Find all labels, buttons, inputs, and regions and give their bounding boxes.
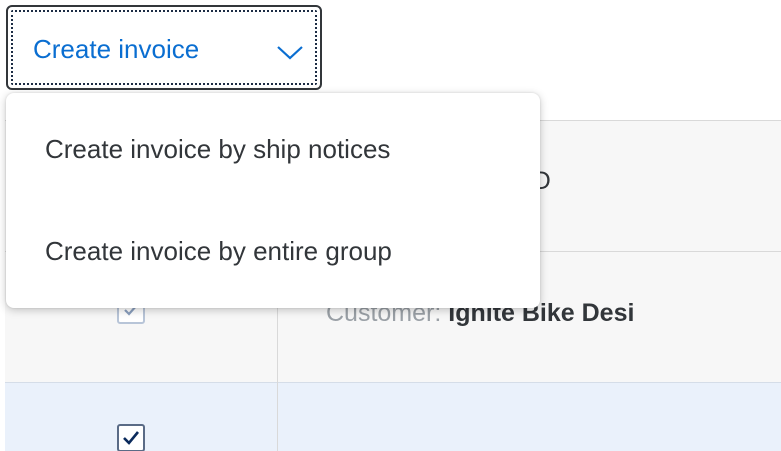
- row-checkbox[interactable]: [117, 424, 145, 451]
- create-invoice-label: Create invoice: [33, 34, 200, 64]
- menu-item-label: Create invoice by ship notices: [45, 134, 391, 164]
- menu-item-create-by-ship-notices[interactable]: Create invoice by ship notices: [6, 98, 540, 198]
- create-invoice-button[interactable]: Create invoice: [6, 5, 322, 90]
- page: p ID Customer: Ignite Bike Desi: [0, 0, 781, 451]
- checkmark-icon: [123, 431, 140, 445]
- table-row[interactable]: [5, 382, 781, 451]
- create-invoice-menu: Create invoice by ship notices Create in…: [6, 93, 540, 308]
- menu-item-create-by-entire-group[interactable]: Create invoice by entire group: [6, 200, 540, 300]
- chevron-down-icon: [277, 46, 303, 60]
- menu-item-label: Create invoice by entire group: [45, 236, 392, 266]
